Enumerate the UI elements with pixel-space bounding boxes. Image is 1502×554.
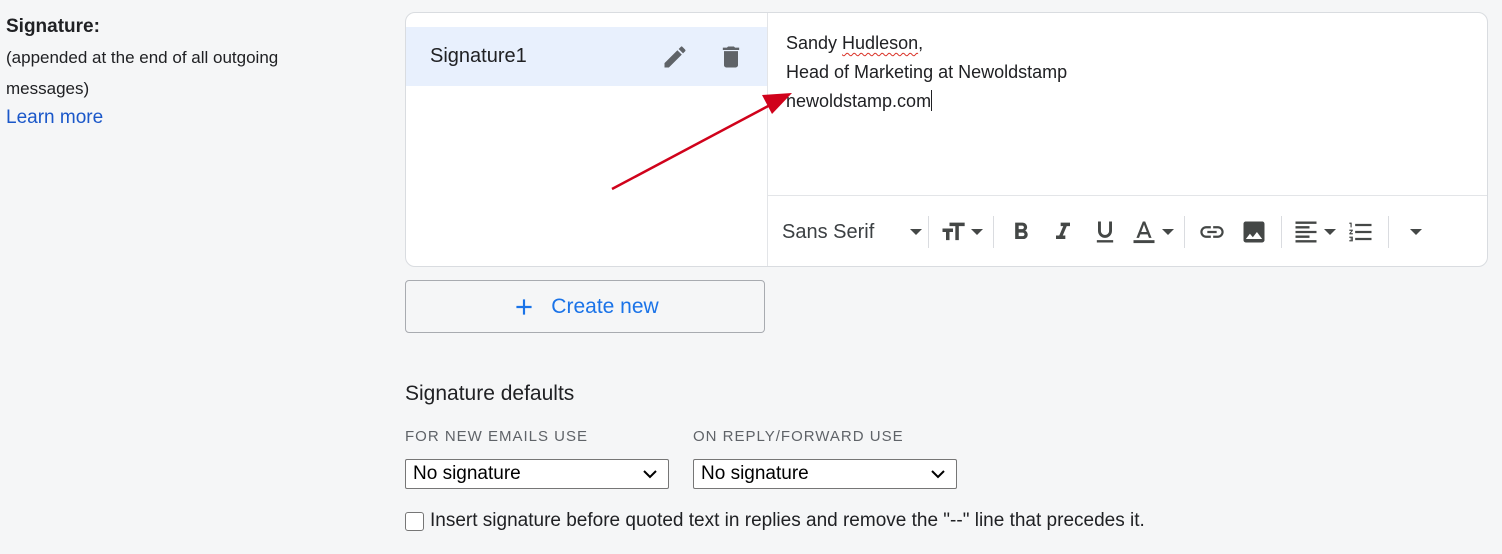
toolbar-divider: [928, 216, 929, 248]
text-color-button[interactable]: [1126, 212, 1178, 252]
more-formatting-button[interactable]: [1395, 212, 1437, 252]
text-color-icon: [1133, 221, 1155, 244]
pencil-icon[interactable]: [655, 37, 695, 77]
chevron-down-icon: [971, 229, 983, 235]
editor-line-name: Sandy Hudleson,: [786, 29, 1469, 58]
signature-name: Signature1: [430, 45, 527, 67]
signature-list-item[interactable]: Signature1: [406, 27, 767, 86]
chevron-down-icon: [931, 470, 945, 479]
signature-editor[interactable]: Sandy Hudleson, Head of Marketing at New…: [768, 13, 1487, 195]
insert-before-quoted-row: Insert signature before quoted text in r…: [405, 510, 1145, 532]
create-new-button[interactable]: Create new: [405, 280, 765, 333]
italic-icon: [1056, 222, 1070, 239]
signature-section-description: (appended at the end of all outgoing mes…: [6, 48, 279, 98]
editor-website-text: newoldstamp.com: [786, 91, 932, 111]
signature-section-info: Signature: (appended at the end of all o…: [6, 14, 366, 132]
reply-forward-signature-select[interactable]: No signature: [693, 459, 957, 489]
trash-icon[interactable]: [711, 37, 751, 77]
editor-line-website: newoldstamp.com: [786, 87, 1469, 116]
underline-button[interactable]: [1084, 212, 1126, 252]
create-new-label: Create new: [551, 294, 659, 318]
new-emails-selected-value: No signature: [413, 463, 521, 484]
numbered-list-icon: [1349, 222, 1372, 242]
reply-forward-selected-value: No signature: [701, 463, 809, 484]
insert-link-button[interactable]: [1191, 212, 1233, 252]
signature-defaults-title: Signature defaults: [405, 382, 575, 405]
new-emails-signature-select[interactable]: No signature: [405, 459, 669, 489]
new-emails-label: FOR NEW EMAILS USE: [405, 428, 589, 445]
image-icon: [1243, 221, 1265, 243]
more-formatting-icon: [1410, 229, 1422, 235]
underline-icon: [1096, 221, 1114, 243]
formatting-toolbar: Sans Serif: [768, 195, 1487, 266]
chevron-down-icon: [1162, 229, 1174, 235]
chevron-down-icon: [1324, 229, 1336, 235]
link-icon: [1200, 226, 1224, 238]
toolbar-divider: [993, 216, 994, 248]
chevron-down-icon: [643, 470, 657, 479]
learn-more-link[interactable]: Learn more: [6, 104, 103, 132]
insert-before-quoted-checkbox[interactable]: [405, 511, 424, 531]
reply-forward-label: ON REPLY/FORWARD USE: [693, 428, 904, 445]
chevron-down-icon: [910, 229, 922, 235]
toolbar-divider: [1388, 216, 1389, 248]
font-family-label: Sans Serif: [782, 220, 875, 243]
align-icon: [1295, 221, 1317, 243]
signature-section-title: Signature:: [6, 16, 100, 37]
font-family-select[interactable]: Sans Serif: [782, 212, 922, 252]
editor-name-comma: ,: [918, 33, 924, 53]
text-size-button[interactable]: [935, 212, 987, 252]
insert-image-button[interactable]: [1233, 212, 1275, 252]
editor-name-first: Sandy: [786, 33, 843, 53]
signature-panel: Signature1 Sandy Hudleson, Head of Marke…: [405, 12, 1488, 267]
text-cursor: [931, 90, 933, 111]
align-button[interactable]: [1288, 212, 1340, 252]
insert-before-quoted-label: Insert signature before quoted text in r…: [430, 510, 1145, 531]
spellcheck-flagged-word: Hudleson: [842, 33, 919, 53]
plus-icon: [516, 298, 532, 315]
signature-list: Signature1: [406, 13, 768, 266]
bold-button[interactable]: [1000, 212, 1042, 252]
editor-line-title: Head of Marketing at Newoldstamp: [786, 62, 1068, 82]
italic-button[interactable]: [1042, 212, 1084, 252]
numbered-list-button[interactable]: [1340, 212, 1382, 252]
toolbar-divider: [1184, 216, 1185, 248]
toolbar-divider: [1281, 216, 1282, 248]
text-size-icon: [942, 222, 965, 241]
bold-icon: [1015, 222, 1028, 239]
